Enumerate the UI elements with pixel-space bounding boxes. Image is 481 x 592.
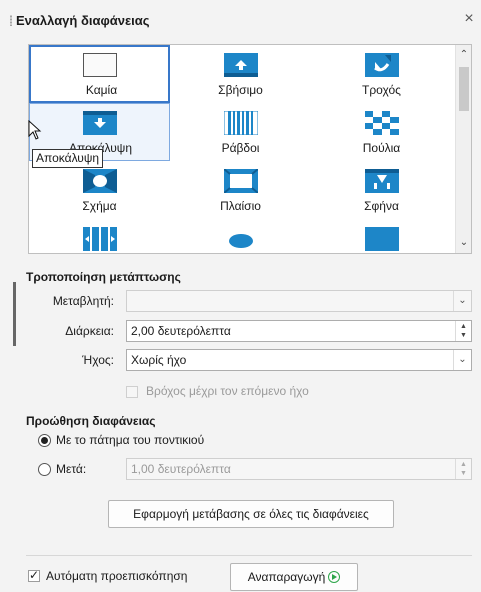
transition-iris[interactable] (170, 219, 311, 253)
after-label: Μετά: (56, 462, 87, 476)
transition-label: Ράβδοι (221, 141, 260, 155)
autopreview-checkbox[interactable] (28, 568, 40, 582)
fade-icon (365, 227, 399, 251)
play-icon (328, 571, 341, 583)
box-icon (224, 169, 258, 193)
sound-select[interactable]: Χωρίς ήχο ⌄ (126, 349, 472, 371)
divider (26, 555, 472, 556)
transition-venetian[interactable] (29, 219, 170, 253)
duration-label: Διάρκεια: (65, 324, 114, 338)
on-click-label: Με το πάτημα του ποντικιού (56, 433, 205, 447)
none-icon (83, 53, 117, 77)
slide-transition-panel: Εναλλαγή διαφάνειας × Καμία Σβήσιμο Τροχ… (0, 0, 481, 592)
scrollbar-thumb[interactable] (459, 67, 469, 111)
transition-bars[interactable]: Ράβδοι (170, 103, 311, 161)
variant-label: Μεταβλητή: (52, 294, 114, 308)
loop-sound-checkbox[interactable] (126, 386, 138, 398)
apply-to-all-button[interactable]: Εφαρμογή μετάβασης σε όλες τις διαφάνειε… (108, 500, 394, 528)
duration-value: 2,00 δευτερόλεπτα (131, 324, 231, 338)
transition-label: Σχήμα (82, 199, 117, 213)
play-label: Αναπαραγωγή (247, 570, 326, 584)
grid-scrollbar[interactable]: ⌃ ⌄ (455, 45, 471, 253)
play-button[interactable]: Αναπαραγωγή (230, 563, 358, 591)
transition-label: Σφήνα (364, 199, 399, 213)
autopreview-label: Αυτόματη προεπισκόπηση (46, 569, 188, 583)
on-click-radio[interactable] (38, 434, 51, 447)
transition-none[interactable]: Καμία (29, 45, 170, 103)
transition-label: Πλαίσιο (220, 199, 261, 213)
modify-transition-title: Τροποποίηση μετάπτωσης (26, 270, 181, 284)
scroll-down-icon[interactable]: ⌄ (456, 235, 471, 251)
transition-wheel[interactable]: Τροχός (311, 45, 452, 103)
wheel-icon (365, 53, 399, 77)
checkers-icon (365, 111, 399, 135)
chevron-down-icon[interactable]: ⌄ (453, 291, 471, 311)
sound-value: Χωρίς ήχο (131, 353, 187, 367)
transition-label: Σβήσιμο (218, 83, 263, 97)
duration-spinbox[interactable]: 2,00 δευτερόλεπτα ▲ ▼ (126, 320, 472, 342)
loop-sound-label: Βρόχος μέχρι τον επόμενο ήχο (146, 384, 309, 398)
tooltip: Αποκάλυψη (32, 149, 104, 168)
shape-icon (83, 169, 117, 193)
scroll-up-icon[interactable]: ⌃ (456, 47, 471, 63)
chevron-down-icon[interactable]: ⌄ (453, 350, 471, 370)
after-value: 1,00 δευτερόλεπτα (131, 462, 231, 476)
panel-title-bar: Εναλλαγή διαφάνειας × (0, 6, 481, 34)
uncover-icon (83, 111, 117, 135)
panel-title: Εναλλαγή διαφάνειας (16, 13, 150, 28)
close-button[interactable]: × (460, 8, 478, 30)
transition-wipe[interactable]: Σβήσιμο (170, 45, 311, 103)
after-spinbox[interactable]: 1,00 δευτερόλεπτα ▲ ▼ (126, 458, 472, 480)
iris-icon (224, 227, 258, 251)
transition-label: Καμία (85, 83, 118, 97)
transition-wedge[interactable]: Σφήνα (311, 161, 452, 219)
mouse-cursor-icon (28, 120, 42, 140)
variant-select[interactable]: ⌄ (126, 290, 472, 312)
spin-arrows-icon[interactable]: ▲ ▼ (455, 459, 471, 479)
section-marker (13, 282, 16, 346)
after-radio[interactable] (38, 463, 51, 476)
sound-label: Ήχος: (82, 353, 114, 367)
transition-label: Τροχός (362, 83, 401, 97)
transition-shape[interactable]: Σχήμα (29, 161, 170, 219)
advance-slide-title: Προώθηση διαφάνειας (26, 414, 156, 428)
bars-icon (224, 111, 258, 135)
transition-fade[interactable] (311, 219, 452, 253)
transition-label: Πούλια (362, 141, 401, 155)
spin-arrows-icon[interactable]: ▲ ▼ (455, 321, 471, 341)
drag-grip-icon[interactable] (10, 15, 12, 26)
wipe-icon (224, 53, 258, 77)
transition-box[interactable]: Πλαίσιο (170, 161, 311, 219)
venetian-icon (83, 227, 117, 251)
wedge-icon (365, 169, 399, 193)
transition-checkers[interactable]: Πούλια (311, 103, 452, 161)
